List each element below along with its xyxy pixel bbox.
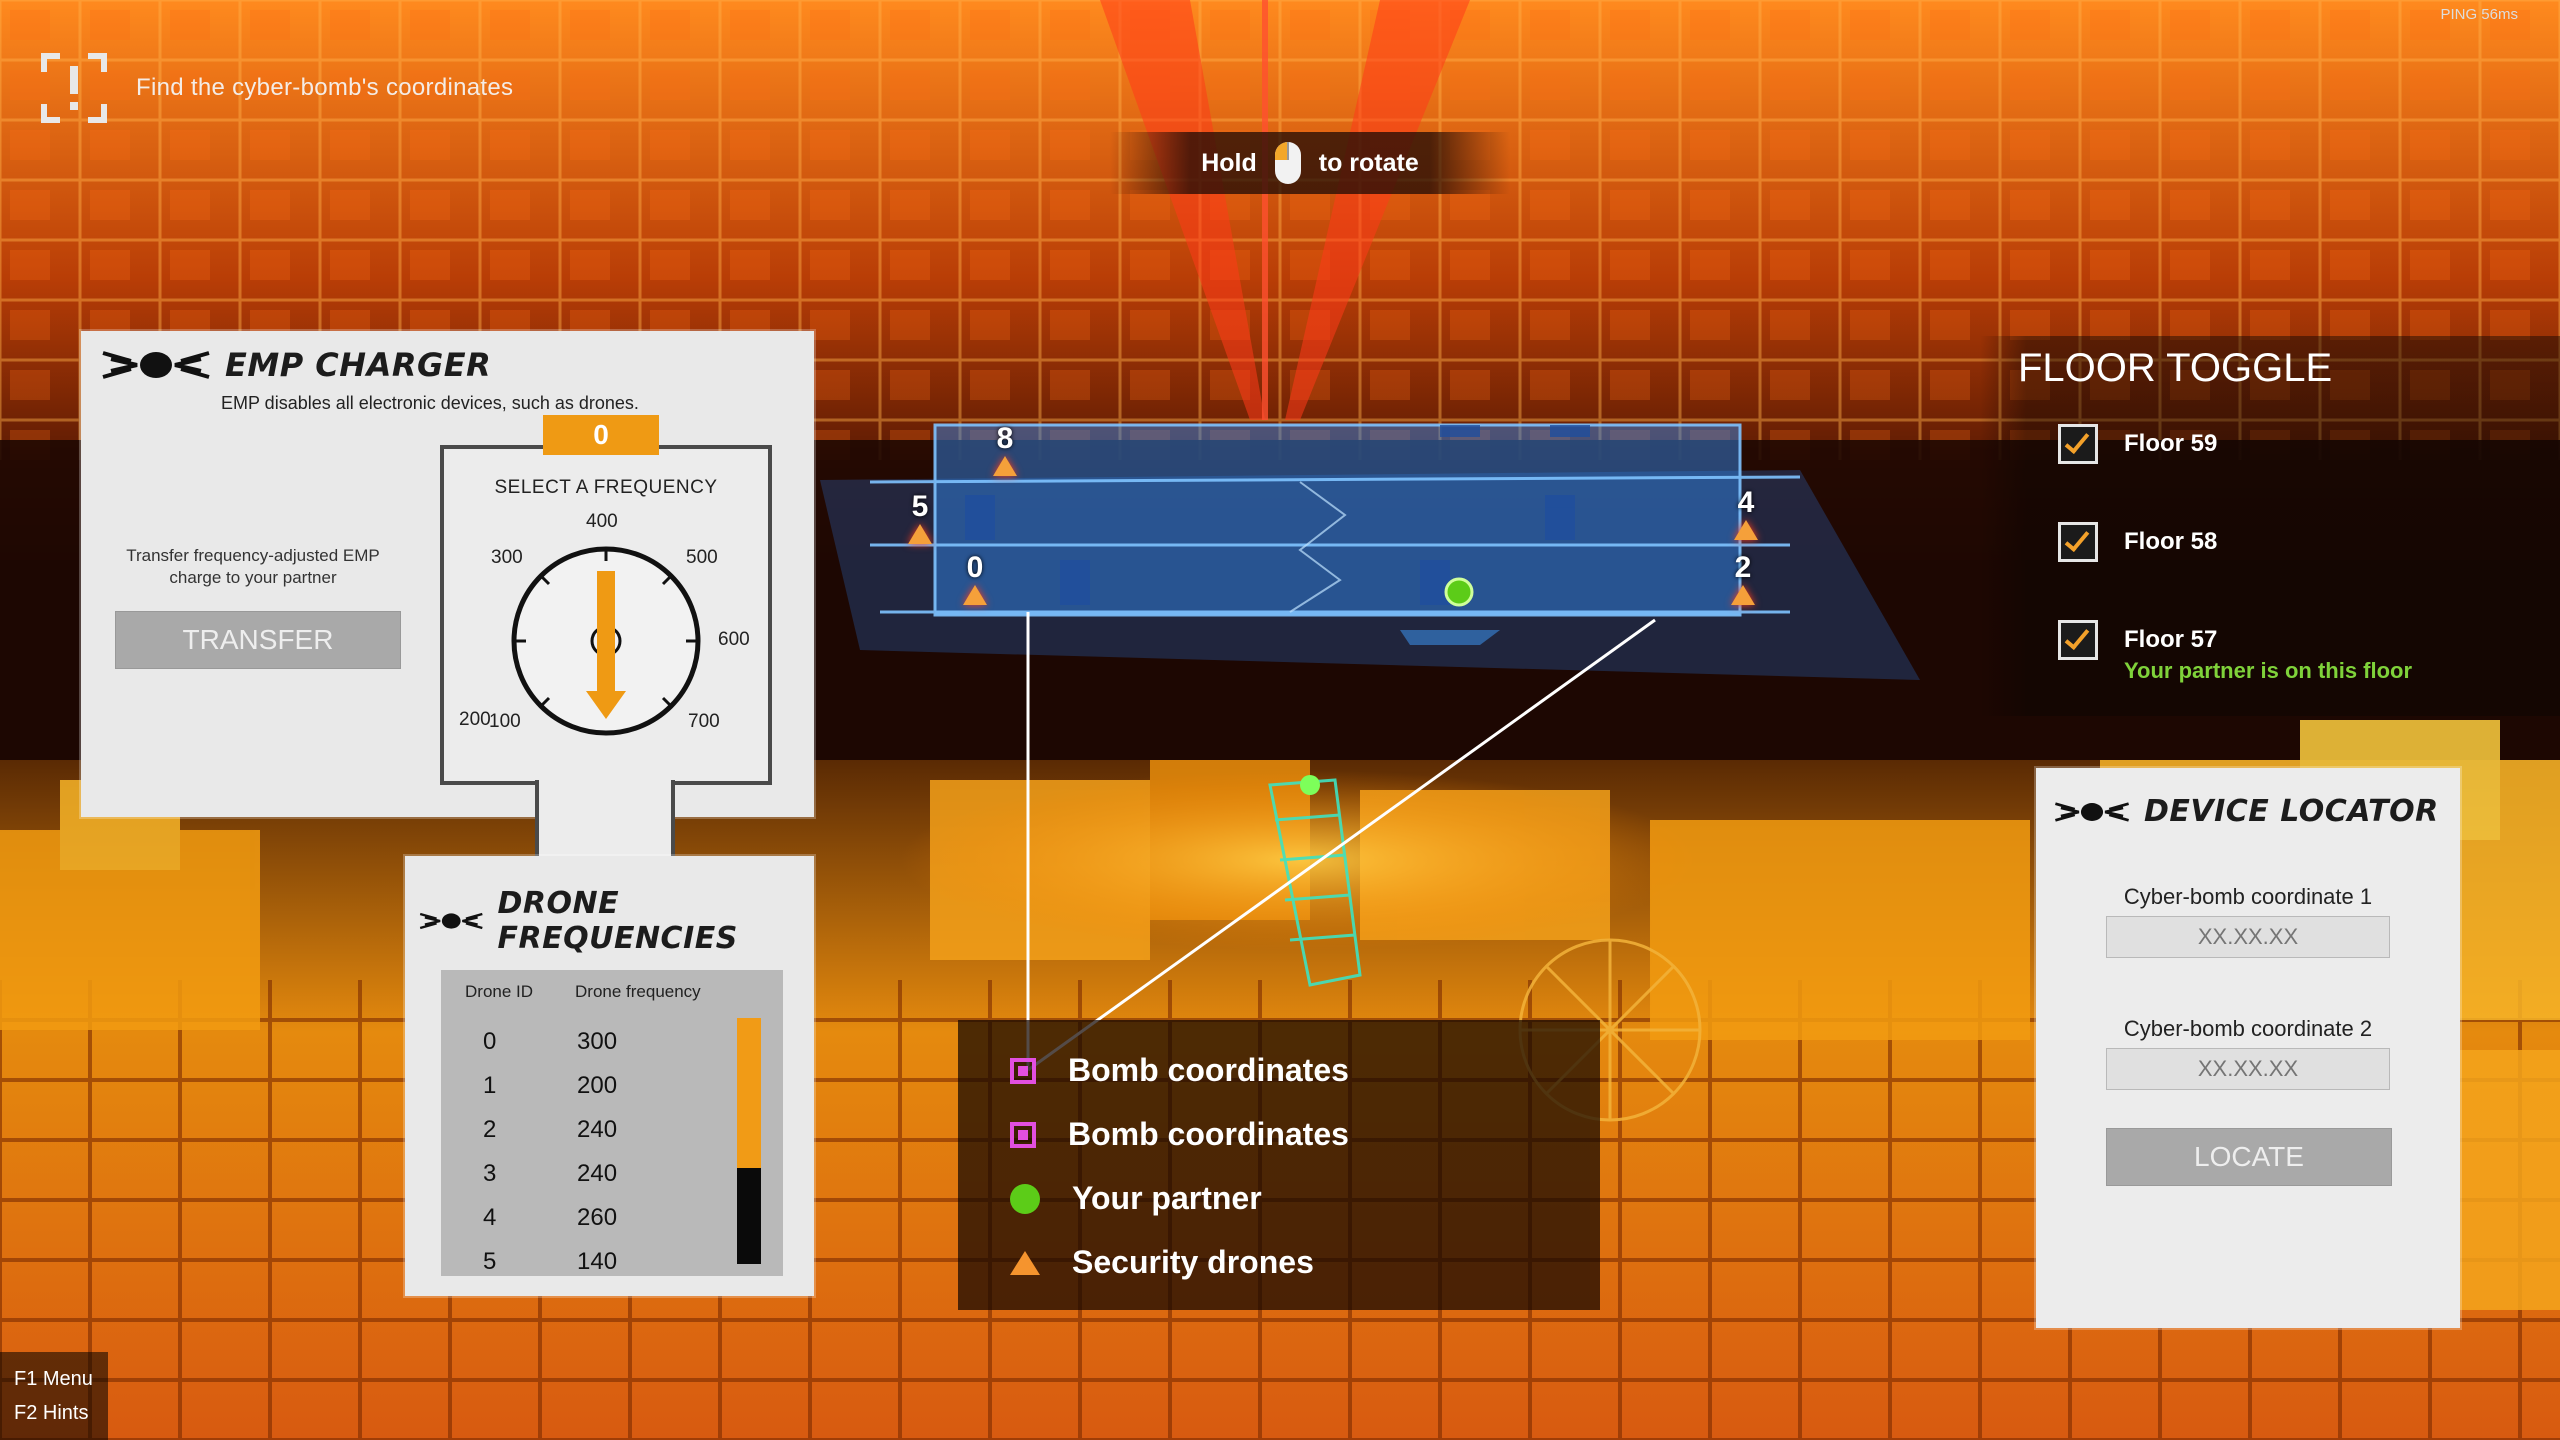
coordinate-2-label: Cyber-bomb coordinate 2	[2123, 1016, 2373, 1041]
table-row: 5 140	[483, 1248, 618, 1275]
orange-triangle-icon	[1010, 1250, 1040, 1275]
objective-icon	[40, 52, 108, 124]
dial-label-400: 400	[586, 511, 618, 532]
hotkeys: F1 Menu F2 Hints	[0, 1352, 108, 1440]
frequency-dial[interactable]	[506, 541, 706, 741]
floor-57-label: Floor 57	[2124, 626, 2218, 653]
drone-triangle-icon	[993, 456, 1017, 476]
scrollbar-thumb[interactable]	[737, 1018, 761, 1168]
dial-label-200: 200	[459, 709, 491, 730]
drone-frequencies-title: DRONE FREQUENCIES	[497, 886, 738, 956]
drone-logo-icon	[2055, 801, 2129, 822]
coordinate-1-input[interactable]	[2106, 916, 2390, 958]
dial-label-100: 100	[489, 711, 521, 732]
legend-label: Your partner	[1072, 1180, 1262, 1216]
checkmark-icon	[2064, 525, 2090, 553]
device-locator-panel: DEVICE LOCATOR Cyber-bomb coordinate 1 C…	[2036, 768, 2460, 1328]
dial-label-600: 600	[718, 629, 750, 650]
drone-logo-icon	[102, 351, 210, 379]
checkmark-icon	[2064, 427, 2090, 455]
partner-floor-note: Your partner is on this floor	[2124, 658, 2413, 683]
legend-label: Bomb coordinates	[1068, 1052, 1349, 1088]
map-drone-5: 5	[900, 492, 940, 544]
map-drone-0: 0	[955, 553, 995, 605]
legend-label: Security drones	[1072, 1244, 1314, 1280]
table-scrollbar[interactable]	[737, 1018, 761, 1264]
drone-triangle-icon	[1731, 585, 1755, 605]
mouse-left-click-icon	[1274, 142, 1301, 184]
transfer-note: Transfer frequency-adjusted EMP charge t…	[126, 546, 380, 587]
floor-57-toggle[interactable]: Floor 57 Your partner is on this floor	[2058, 620, 2412, 684]
checkmark-icon	[2064, 623, 2090, 651]
map-drone-2: 2	[1723, 553, 1763, 605]
select-frequency-label: SELECT A FREQUENCY	[494, 477, 718, 498]
device-locator-title: DEVICE LOCATOR	[2144, 794, 2439, 829]
floor-59-checkbox[interactable]	[2058, 424, 2098, 464]
floor-58-toggle[interactable]: Floor 58	[2058, 522, 2217, 562]
legend-item-bomb-2: Bomb coordinates	[1010, 1116, 1349, 1153]
table-row: 0 300	[483, 1028, 618, 1055]
hotkey-menu[interactable]: F1 Menu	[14, 1362, 108, 1396]
coordinate-2-input[interactable]	[2106, 1048, 2390, 1090]
drone-frequencies-header: DRONE FREQUENCIES	[419, 886, 814, 956]
emp-charger-subtitle: EMP disables all electronic devices, suc…	[221, 393, 639, 413]
floor-toggle-panel: FLOOR TOGGLE Floor 59 Floor 58 Floor 57 …	[1980, 336, 2560, 716]
map-legend: Bomb coordinates Bomb coordinates Your p…	[958, 1020, 1600, 1310]
pink-square-icon	[1010, 1057, 1036, 1084]
map-drone-8: 8	[985, 424, 1025, 476]
map-drone-4: 4	[1726, 488, 1766, 540]
floor-59-toggle[interactable]: Floor 59	[2058, 424, 2217, 464]
panel-connector	[535, 780, 675, 860]
drone-triangle-icon	[908, 524, 932, 544]
legend-item-drones: Security drones	[1010, 1244, 1314, 1281]
rotate-hint-action: to rotate	[1318, 148, 1419, 177]
floor-57-checkbox[interactable]	[2058, 620, 2098, 660]
objective-text: Find the cyber-bomb's coordinates	[136, 74, 514, 101]
column-header-drone-id: Drone ID	[465, 982, 534, 1001]
legend-item-bomb-1: Bomb coordinates	[1010, 1052, 1349, 1089]
column-header-drone-frequency: Drone frequency	[575, 982, 701, 1001]
table-row: 4 260	[483, 1204, 618, 1231]
table-row: 2 240	[483, 1116, 618, 1143]
floor-58-checkbox[interactable]	[2058, 522, 2098, 562]
ping-indicator: PING 56ms	[2440, 6, 2518, 23]
rotate-hint: Hold to rotate	[1110, 132, 1510, 194]
device-locator-header: DEVICE LOCATOR	[2054, 794, 2439, 829]
drone-triangle-icon	[963, 585, 987, 605]
table-row: 1 200	[483, 1072, 618, 1099]
floor-toggle-title: FLOOR TOGGLE	[2018, 346, 2333, 390]
drone-logo-icon	[419, 912, 483, 930]
coordinate-1-label: Cyber-bomb coordinate 1	[2123, 884, 2373, 909]
floor-59-label: Floor 59	[2124, 430, 2218, 457]
locate-button[interactable]: LOCATE	[2106, 1128, 2392, 1186]
objective: Find the cyber-bomb's coordinates	[40, 52, 513, 124]
floor-58-label: Floor 58	[2124, 528, 2218, 555]
dial-label-500: 500	[686, 547, 718, 568]
green-dot-icon	[1010, 1183, 1040, 1214]
drone-frequencies-panel: DRONE FREQUENCIES Drone ID Drone frequen…	[405, 856, 814, 1296]
frequency-value: 0	[543, 415, 659, 455]
transfer-button[interactable]: TRANSFER	[115, 611, 401, 669]
emp-charger-panel: EMP CHARGER EMP disables all electronic …	[81, 331, 814, 817]
dial-label-700: 700	[688, 711, 720, 732]
dial-label-300: 300	[491, 547, 523, 568]
legend-item-partner: Your partner	[1010, 1180, 1262, 1217]
pink-square-icon	[1010, 1121, 1036, 1148]
emp-charger-header: EMP CHARGER	[101, 341, 491, 389]
legend-label: Bomb coordinates	[1068, 1116, 1349, 1152]
rotate-hint-hold: Hold	[1201, 148, 1257, 177]
table-row: 3 240	[483, 1160, 618, 1187]
drone-triangle-icon	[1734, 520, 1758, 540]
hotkey-hints[interactable]: F2 Hints	[14, 1396, 108, 1430]
emp-charger-title: EMP CHARGER	[225, 346, 492, 384]
drone-frequency-table[interactable]: Drone ID Drone frequency 0 300 1 200 2 240 …	[441, 970, 783, 1276]
